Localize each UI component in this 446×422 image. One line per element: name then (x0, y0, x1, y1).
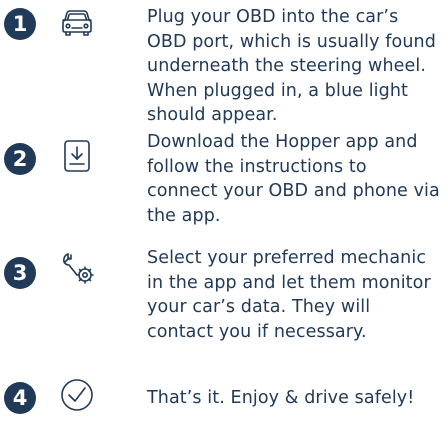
step-2-number-badge: 2 (4, 143, 36, 175)
download-icon (60, 139, 94, 173)
step-3-number-badge: 3 (4, 257, 36, 289)
step-3-text: Select your preferred mechanic in the ap… (147, 248, 431, 342)
car-icon (60, 6, 94, 40)
step-4-text: That’s it. Enjoy & drive safely! (147, 388, 415, 408)
step-4-number-badge: 4 (4, 382, 36, 414)
check-circle-icon (60, 378, 94, 412)
step-1-number-badge: 1 (4, 8, 36, 40)
step-1-text: Plug your OBD into the car’s OBD port, w… (147, 7, 436, 126)
step-2-text: Download the Hopper app and follow the i… (147, 132, 440, 226)
mechanic-icon (60, 251, 94, 285)
